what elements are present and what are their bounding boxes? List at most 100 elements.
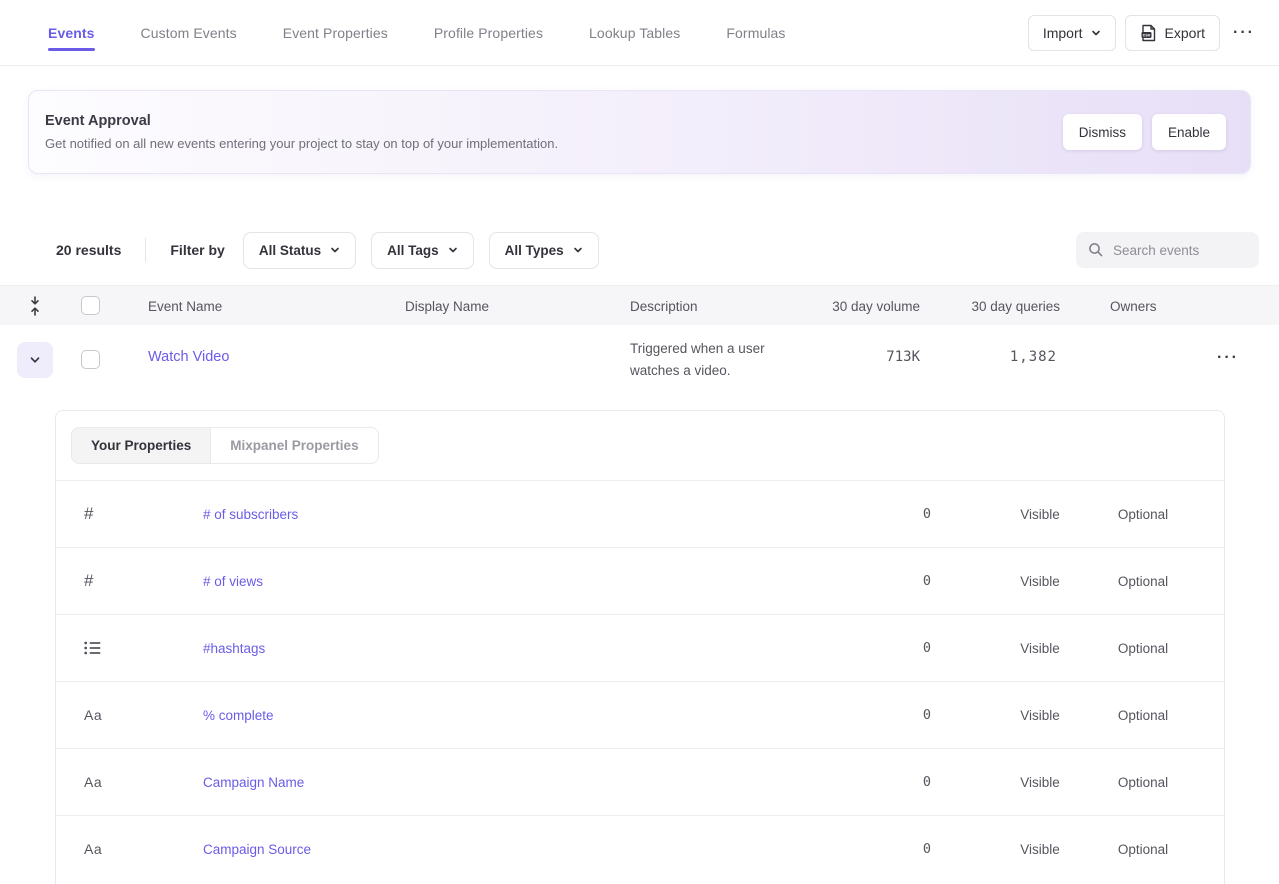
collapse-row-button[interactable]	[17, 342, 53, 378]
ellipsis-icon: ···	[1217, 350, 1239, 366]
property-row: #hashtags 0 Visible Optional	[56, 614, 1224, 681]
svg-text:csv: csv	[1142, 32, 1150, 37]
property-requirement: Optional	[1078, 708, 1208, 723]
tab-events[interactable]: Events	[48, 3, 95, 63]
event-30-day-queries: 1,382	[1010, 349, 1057, 365]
chevron-down-icon	[448, 245, 458, 255]
property-visibility: Visible	[1002, 842, 1078, 857]
property-name-link[interactable]: #hashtags	[148, 641, 882, 656]
search-icon	[1088, 242, 1104, 258]
event-30-day-volume: 713K	[886, 349, 920, 365]
number-type-icon: #	[56, 571, 148, 591]
property-row: Aa % complete 0 Visible Optional	[56, 681, 1224, 748]
property-requirement: Optional	[1078, 574, 1208, 589]
status-filter-dropdown[interactable]: All Status	[243, 232, 356, 269]
banner-text: Event Approval Get notified on all new e…	[45, 113, 558, 151]
chevron-down-icon	[330, 245, 340, 255]
ellipsis-icon: ···	[1233, 25, 1255, 41]
enable-button[interactable]: Enable	[1152, 114, 1226, 150]
number-type-icon: #	[56, 504, 148, 524]
event-approval-banner: Event Approval Get notified on all new e…	[28, 90, 1251, 174]
export-button-label: Export	[1165, 25, 1205, 41]
event-description-line1: Triggered when a user	[630, 338, 830, 360]
property-row: # # of subscribers 0 Visible Optional	[56, 480, 1224, 547]
tab-custom-events[interactable]: Custom Events	[141, 3, 237, 63]
header-owners: Owners	[1110, 286, 1157, 326]
property-volume: 0	[882, 506, 1002, 522]
header-30-day-queries: 30 day queries	[971, 286, 1060, 326]
event-description: Triggered when a user watches a video.	[630, 338, 830, 382]
property-name-link[interactable]: # of subscribers	[148, 507, 882, 522]
tab-mixpanel-properties[interactable]: Mixpanel Properties	[211, 428, 377, 463]
header-event-name: Event Name	[148, 286, 222, 326]
tab-lookup-tables[interactable]: Lookup Tables	[589, 3, 680, 63]
collapse-all-icon[interactable]	[28, 294, 42, 318]
tab-profile-properties[interactable]: Profile Properties	[434, 3, 543, 63]
property-volume: 0	[882, 707, 1002, 723]
header-30-day-volume: 30 day volume	[832, 286, 920, 326]
import-button[interactable]: Import	[1028, 15, 1116, 51]
results-count: 20 results	[56, 242, 121, 258]
text-type-icon: Aa	[56, 707, 148, 723]
row-more-options-button[interactable]: ···	[1213, 343, 1243, 373]
properties-segmented-control: Your Properties Mixpanel Properties	[71, 427, 379, 464]
property-visibility: Visible	[1002, 574, 1078, 589]
property-name-link[interactable]: # of views	[148, 574, 882, 589]
dismiss-button[interactable]: Dismiss	[1063, 114, 1142, 150]
status-filter-label: All Status	[259, 243, 321, 258]
text-type-icon: Aa	[56, 841, 148, 857]
tab-event-properties[interactable]: Event Properties	[283, 3, 388, 63]
property-requirement: Optional	[1078, 775, 1208, 790]
search-events-input[interactable]	[1113, 243, 1247, 258]
property-row: Aa Campaign Source 0 Visible Optional	[56, 815, 1224, 882]
event-properties-panel: Your Properties Mixpanel Properties # # …	[55, 410, 1225, 884]
property-visibility: Visible	[1002, 708, 1078, 723]
property-visibility: Visible	[1002, 641, 1078, 656]
export-button[interactable]: csv Export	[1125, 15, 1220, 51]
header-display-name: Display Name	[405, 286, 489, 326]
lexicon-tabs: Events Custom Events Event Properties Pr…	[48, 3, 786, 63]
event-row-watch-video: Watch Video Triggered when a user watche…	[0, 325, 1279, 395]
filter-by-label: Filter by	[170, 242, 224, 258]
chevron-down-icon	[573, 245, 583, 255]
property-volume: 0	[882, 573, 1002, 589]
top-navigation: Events Custom Events Event Properties Pr…	[0, 0, 1279, 66]
property-volume: 0	[882, 841, 1002, 857]
events-table-header: Event Name Display Name Description 30 d…	[0, 285, 1279, 325]
property-requirement: Optional	[1078, 842, 1208, 857]
property-name-link[interactable]: Campaign Source	[148, 842, 882, 857]
tags-filter-dropdown[interactable]: All Tags	[371, 232, 474, 269]
search-events-box[interactable]	[1076, 232, 1259, 268]
more-options-button[interactable]: ···	[1229, 18, 1259, 48]
properties-tabs-bar: Your Properties Mixpanel Properties	[56, 411, 1224, 480]
csv-file-icon: csv	[1140, 24, 1157, 42]
property-requirement: Optional	[1078, 507, 1208, 522]
property-requirement: Optional	[1078, 641, 1208, 656]
event-name-link[interactable]: Watch Video	[148, 349, 229, 365]
property-volume: 0	[882, 640, 1002, 656]
banner-title: Event Approval	[45, 113, 558, 129]
list-type-icon	[56, 641, 148, 655]
property-visibility: Visible	[1002, 507, 1078, 522]
property-row: # # of views 0 Visible Optional	[56, 547, 1224, 614]
property-volume: 0	[882, 774, 1002, 790]
property-name-link[interactable]: Campaign Name	[148, 775, 882, 790]
tab-formulas[interactable]: Formulas	[726, 3, 785, 63]
text-type-icon: Aa	[56, 774, 148, 790]
tab-your-properties[interactable]: Your Properties	[72, 428, 211, 463]
row-checkbox[interactable]	[81, 350, 100, 369]
tags-filter-label: All Tags	[387, 243, 439, 258]
types-filter-dropdown[interactable]: All Types	[489, 232, 599, 269]
divider	[145, 238, 146, 262]
chevron-down-icon	[1091, 28, 1101, 38]
property-name-link[interactable]: % complete	[148, 708, 882, 723]
nav-actions: Import csv Export ···	[1028, 15, 1259, 51]
event-description-line2: watches a video.	[630, 360, 830, 382]
property-row: Aa Campaign Name 0 Visible Optional	[56, 748, 1224, 815]
import-button-label: Import	[1043, 25, 1083, 41]
filter-bar: 20 results Filter by All Status All Tags…	[56, 230, 1259, 270]
select-all-checkbox[interactable]	[81, 296, 100, 315]
header-description: Description	[630, 286, 698, 326]
types-filter-label: All Types	[505, 243, 564, 258]
property-visibility: Visible	[1002, 775, 1078, 790]
